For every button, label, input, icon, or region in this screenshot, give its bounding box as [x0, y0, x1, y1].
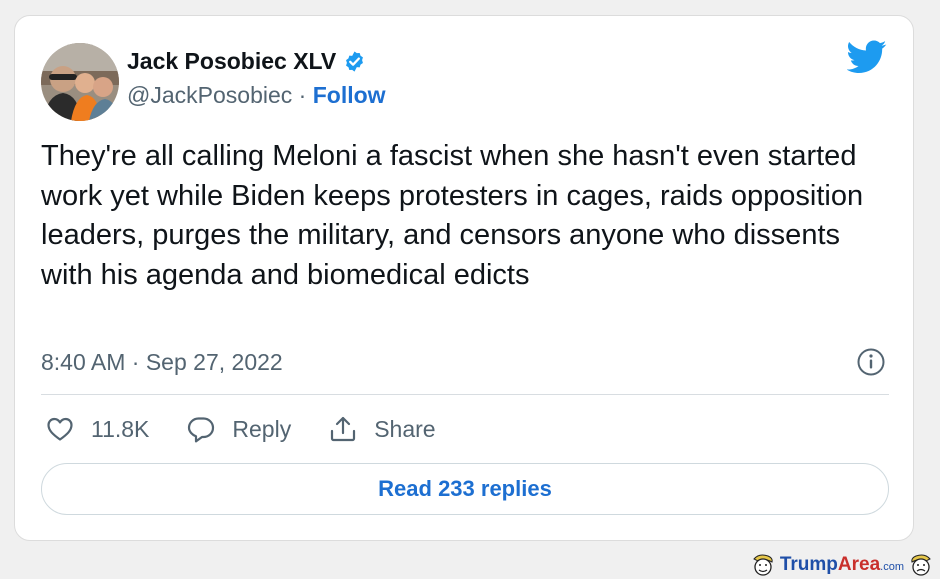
site-watermark: Trump Area .com	[750, 553, 934, 577]
timestamp-separator: ·	[131, 349, 140, 375]
tweet-date: Sep 27, 2022	[145, 349, 283, 375]
avatar[interactable]	[41, 43, 119, 121]
share-button[interactable]: Share	[328, 414, 436, 444]
divider	[41, 394, 889, 395]
info-icon[interactable]	[855, 346, 887, 378]
follow-link[interactable]: Follow	[313, 82, 386, 108]
handle-row: @JackPosobiec · Follow	[127, 82, 386, 109]
tweet-text: They're all calling Meloni a fascist whe…	[41, 140, 864, 291]
watermark-face-icon	[911, 554, 931, 576]
like-count: 11.8K	[91, 415, 150, 442]
tweet-time: 8:40 AM	[41, 349, 126, 375]
author-name-row: Jack Posobiec XLV	[127, 48, 366, 75]
watermark-trump: Trump	[779, 554, 838, 575]
watermark-area: Area	[837, 554, 881, 575]
share-icon	[331, 416, 356, 442]
author-handle[interactable]: @JackPosobiec	[127, 82, 292, 108]
reply-bubble-icon	[188, 417, 215, 443]
action-bar: 11.8K Reply Share	[45, 414, 473, 444]
twitter-bird-icon[interactable]	[847, 40, 887, 74]
handle-separator: ·	[298, 82, 307, 108]
heart-icon	[47, 417, 73, 441]
reply-button[interactable]: Reply	[186, 414, 291, 444]
verified-badge-icon	[346, 51, 364, 72]
tweet-card: Jack Posobiec XLV @JackPosobiec · Follow…	[14, 15, 914, 541]
like-button[interactable]: 11.8K	[45, 414, 149, 444]
watermark-com: .com	[880, 561, 904, 573]
tweet-timestamp[interactable]: 8:40 AM · Sep 27, 2022	[41, 349, 283, 376]
share-label: Share	[374, 415, 436, 442]
author-name[interactable]: Jack Posobiec XLV	[127, 48, 336, 75]
watermark-face-icon	[753, 554, 773, 576]
reply-label: Reply	[232, 415, 292, 442]
read-replies-button[interactable]: Read 233 replies	[41, 463, 889, 515]
